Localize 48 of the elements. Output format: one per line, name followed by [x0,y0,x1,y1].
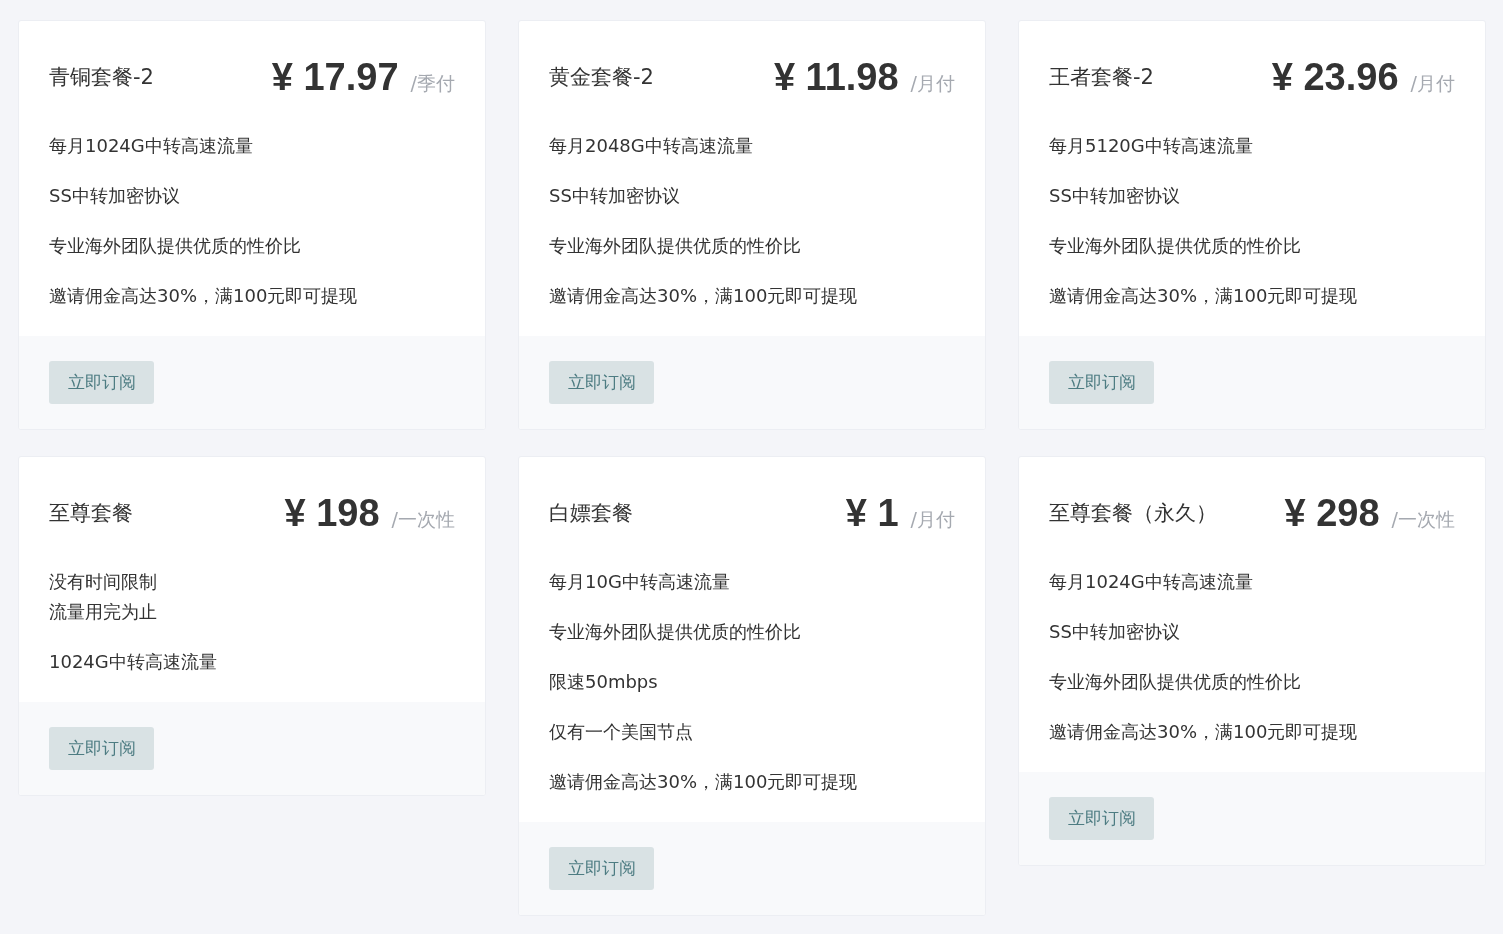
feature-text: 邀请佣金高达30%，满100元即可提现 [1049,720,1359,744]
feature-text: SS中转加密协议 [49,184,181,208]
feature-text: 每月2048G中转高速流量 [549,134,754,158]
billing-period: /月付 [910,70,955,96]
feature-text: 专业海外团队提供优质的性价比 [549,234,802,258]
subscribe-button[interactable]: 立即订阅 [549,361,654,404]
plan-price: ¥ 17.97 [271,55,399,99]
feature-text: 邀请佣金高达30%，满100元即可提现 [549,284,859,308]
feature-text: SS中转加密协议 [1049,184,1181,208]
subscribe-button[interactable]: 立即订阅 [49,727,154,770]
plan-title: 至尊套餐 [49,500,133,527]
feature-text: 每月10G中转高速流量 [549,570,731,594]
plan-price: ¥ 198 [284,491,380,535]
feature-text: 每月1024G中转高速流量 [49,134,254,158]
feature-text: 邀请佣金高达30%，满100元即可提现 [49,284,359,308]
feature-text: 专业海外团队提供优质的性价比 [549,620,802,644]
feature-text: 1024G中转高速流量 [49,650,218,674]
feature-text: 没有时间限制 [49,570,158,594]
subscribe-button[interactable]: 立即订阅 [1049,361,1154,404]
subscribe-button[interactable]: 立即订阅 [549,847,654,890]
billing-period: /季付 [410,70,455,96]
plan-title: 王者套餐-2 [1049,64,1154,91]
feature-text: 专业海外团队提供优质的性价比 [1049,234,1302,258]
billing-period: /月付 [910,506,955,532]
plan-price: ¥ 1 [845,491,899,535]
billing-period: /一次性 [1391,506,1455,532]
feature-text: 流量用完为止 [49,600,158,624]
plan-price: ¥ 23.96 [1271,55,1399,99]
feature-text: 邀请佣金高达30%，满100元即可提现 [549,770,859,794]
subscribe-button[interactable]: 立即订阅 [49,361,154,404]
feature-text: 邀请佣金高达30%，满100元即可提现 [1049,284,1359,308]
plan-title: 至尊套餐（永久） [1049,500,1217,527]
plan-price: ¥ 11.98 [773,55,899,99]
plan-title: 白嫖套餐 [549,500,633,527]
plan-title: 青铜套餐-2 [49,64,154,91]
feature-text: 限速50mbps [549,670,659,694]
feature-text: 每月5120G中转高速流量 [1049,134,1254,158]
feature-text: 专业海外团队提供优质的性价比 [1049,670,1302,694]
plan-title: 黄金套餐-2 [549,64,654,91]
feature-text: 专业海外团队提供优质的性价比 [49,234,302,258]
plan-price: ¥ 298 [1284,491,1380,535]
feature-text: SS中转加密协议 [1049,620,1181,644]
billing-period: /一次性 [391,506,455,532]
feature-text: 仅有一个美国节点 [549,720,694,744]
billing-period: /月付 [1410,70,1455,96]
feature-text: 每月1024G中转高速流量 [1049,570,1254,594]
feature-text: SS中转加密协议 [549,184,681,208]
subscribe-button[interactable]: 立即订阅 [1049,797,1154,840]
